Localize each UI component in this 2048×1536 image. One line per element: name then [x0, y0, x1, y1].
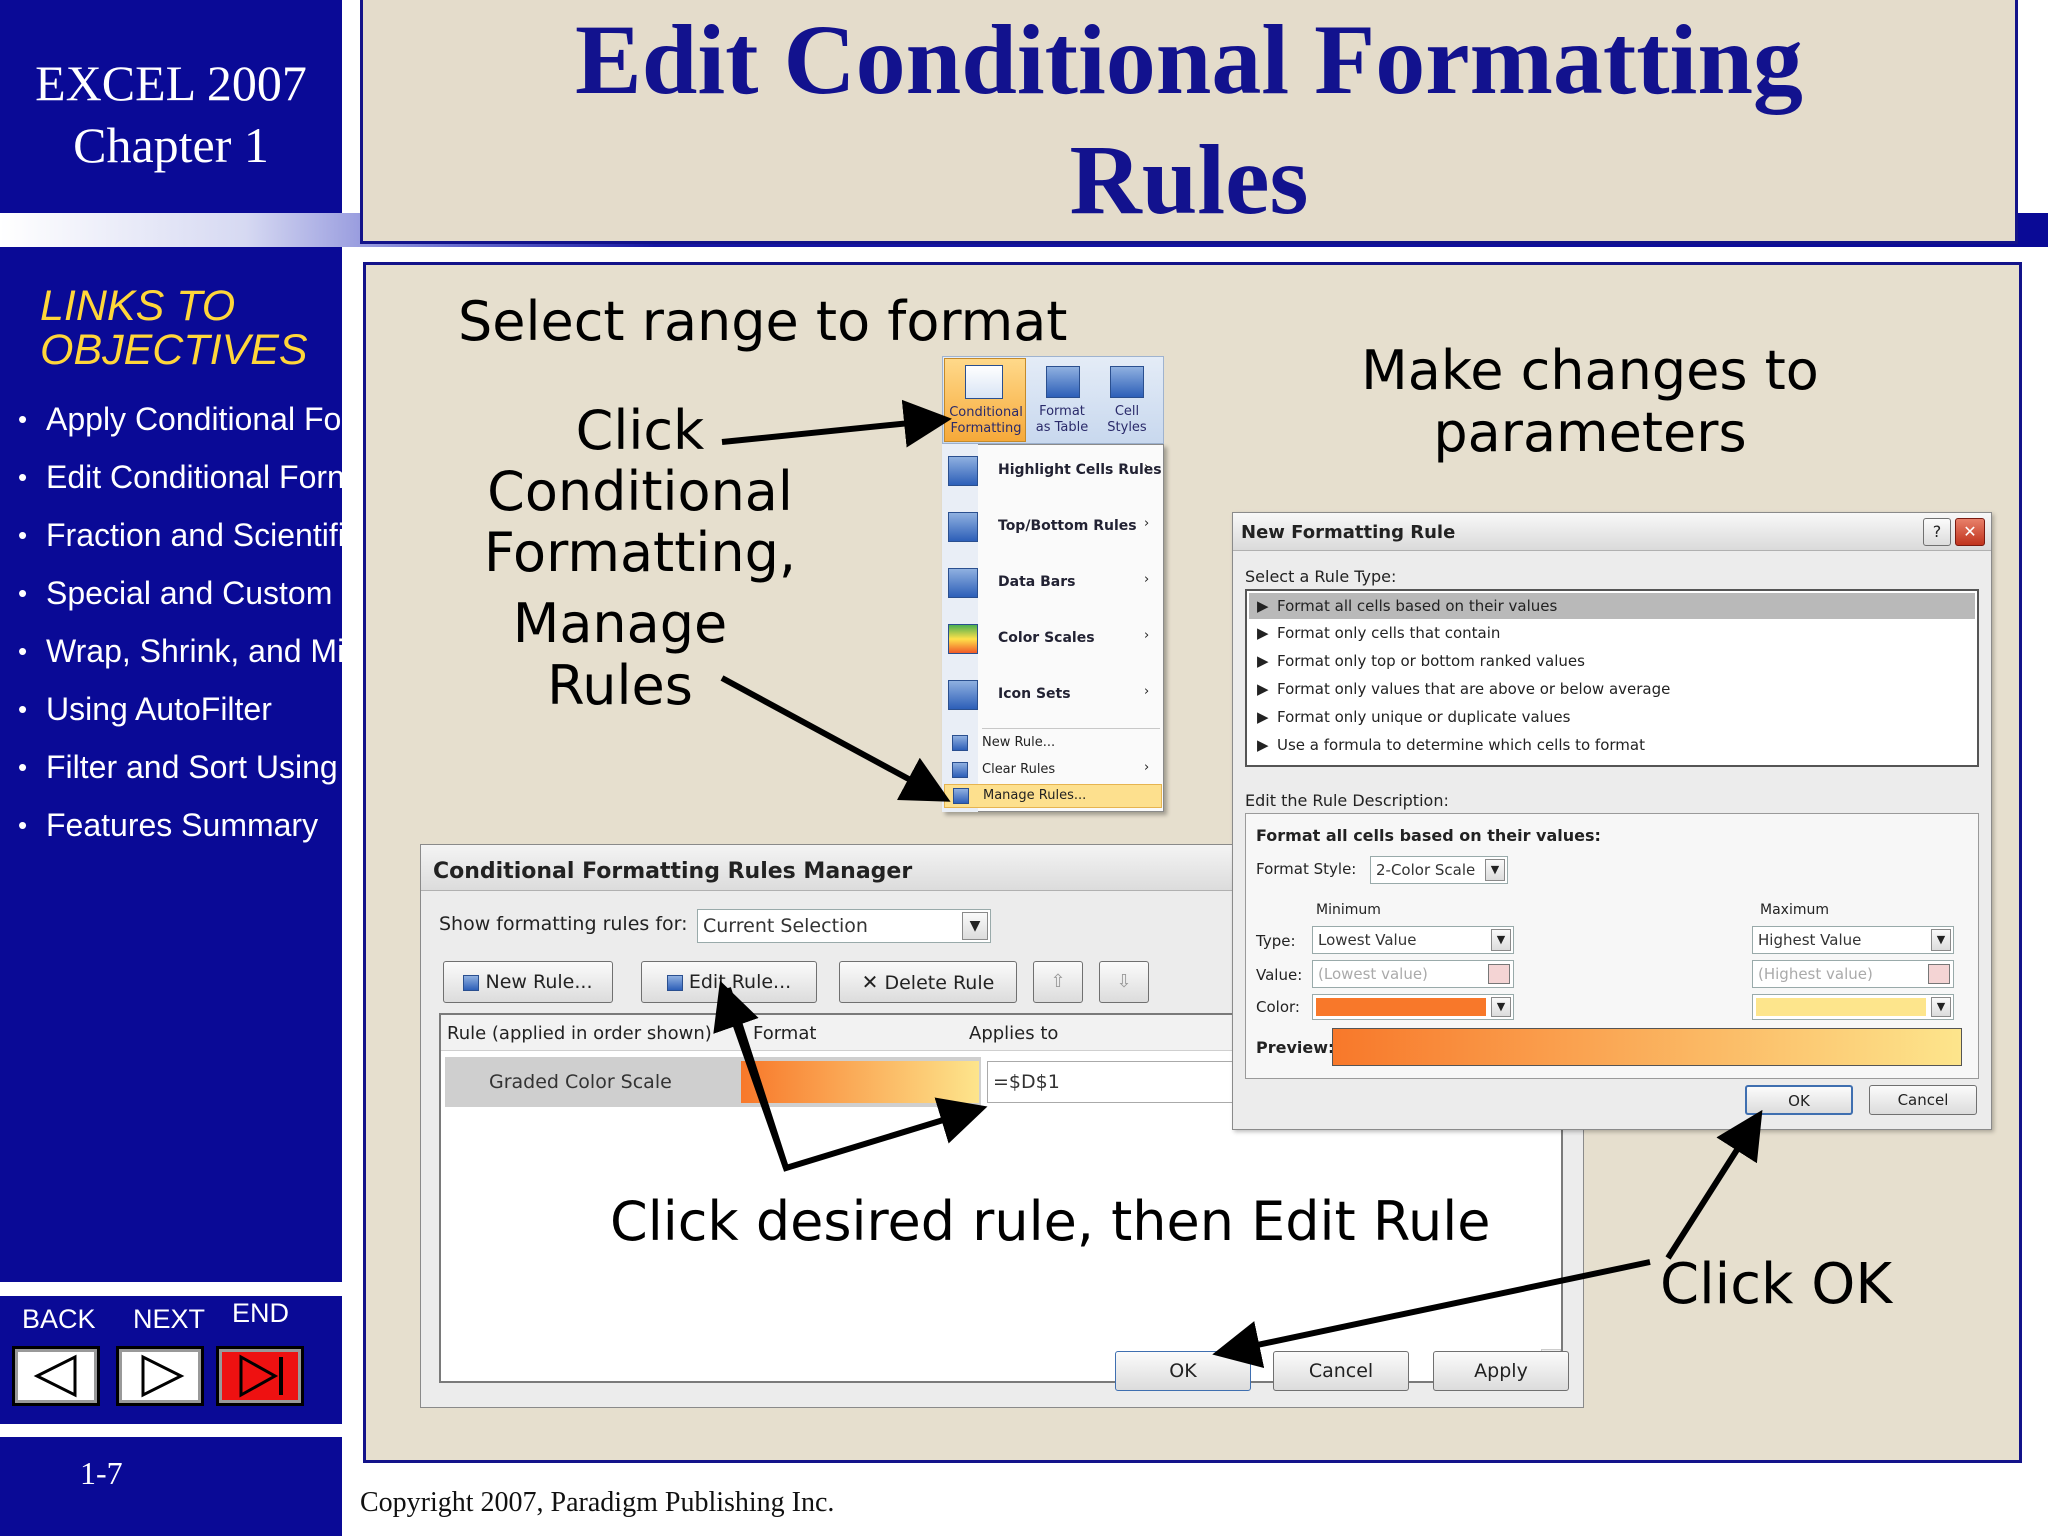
arrow-to-applies-to [725, 987, 988, 1172]
copyright: Copyright 2007, Paradigm Publishing Inc. [360, 1487, 835, 1518]
arrow-to-manage-rules [720, 675, 951, 802]
arrow-to-new-rule-ok [1665, 1109, 1763, 1260]
annotation-arrows [713, 399, 1763, 1369]
arrow-to-manager-ok [1212, 1259, 1651, 1369]
arrow-to-conditional-formatting [721, 399, 952, 448]
arrow-to-edit-rule [713, 980, 789, 1169]
